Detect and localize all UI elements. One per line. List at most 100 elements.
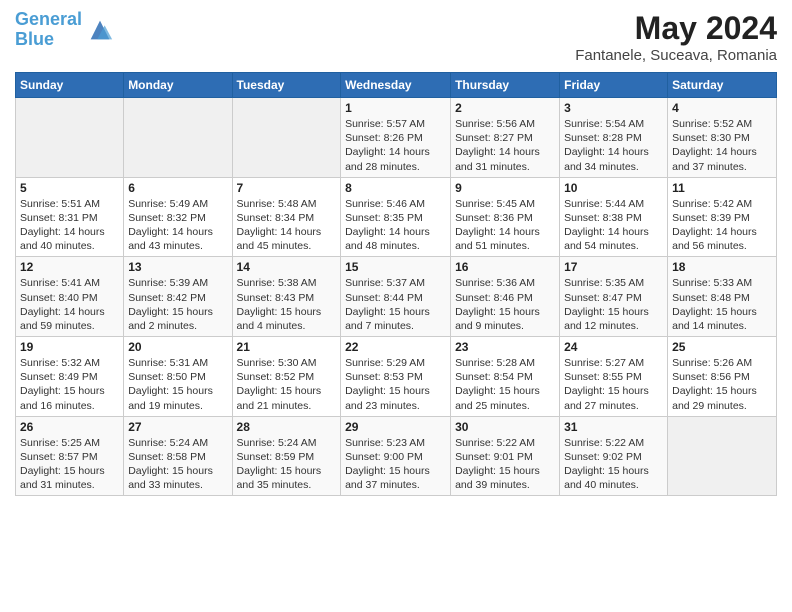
day-number: 14 xyxy=(237,260,337,274)
day-number: 30 xyxy=(455,420,555,434)
day-detail: Sunrise: 5:25 AMSunset: 8:57 PMDaylight:… xyxy=(20,436,119,493)
day-cell: 14 Sunrise: 5:38 AMSunset: 8:43 PMDayligh… xyxy=(232,257,341,337)
day-number: 25 xyxy=(672,340,772,354)
day-cell: 17Sunrise: 5:35 AMSunset: 8:47 PMDayligh… xyxy=(560,257,668,337)
day-number: 12 xyxy=(20,260,119,274)
day-cell: 31 Sunrise: 5:22 AMSunset: 9:02 PMDayligh… xyxy=(560,416,668,496)
day-cell: 29Sunrise: 5:23 AMSunset: 9:00 PMDayligh… xyxy=(341,416,451,496)
day-cell: 3Sunrise: 5:54 AMSunset: 8:28 PMDaylight… xyxy=(560,98,668,178)
day-cell: 9 Sunrise: 5:45 AMSunset: 8:36 PMDaylight… xyxy=(451,177,560,257)
day-cell: 12 Sunrise: 5:41 AMSunset: 8:40 PMDayligh… xyxy=(16,257,124,337)
day-number: 23 xyxy=(455,340,555,354)
day-detail: Sunrise: 5:46 AMSunset: 8:35 PMDaylight:… xyxy=(345,197,446,254)
day-cell: 10 Sunrise: 5:44 AMSunset: 8:38 PMDayligh… xyxy=(560,177,668,257)
day-cell: 16 Sunrise: 5:36 AMSunset: 8:46 PMDayligh… xyxy=(451,257,560,337)
day-cell: 28Sunrise: 5:24 AMSunset: 8:59 PMDayligh… xyxy=(232,416,341,496)
day-cell: 13Sunrise: 5:39 AMSunset: 8:42 PMDayligh… xyxy=(124,257,232,337)
logo-icon xyxy=(86,16,114,44)
day-cell: 4 Sunrise: 5:52 AMSunset: 8:30 PMDaylight… xyxy=(668,98,777,178)
day-cell xyxy=(124,98,232,178)
day-detail: Sunrise: 5:22 AMSunset: 9:02 PMDaylight:… xyxy=(564,436,663,493)
day-cell: 5 Sunrise: 5:51 AMSunset: 8:31 PMDaylight… xyxy=(16,177,124,257)
day-number: 13 xyxy=(128,260,227,274)
day-number: 17 xyxy=(564,260,663,274)
day-number: 9 xyxy=(455,181,555,195)
day-detail: Sunrise: 5:44 AMSunset: 8:38 PMDaylight:… xyxy=(564,197,663,254)
day-detail: Sunrise: 5:42 AMSunset: 8:39 PMDaylight:… xyxy=(672,197,772,254)
day-detail: Sunrise: 5:27 AMSunset: 8:55 PMDaylight:… xyxy=(564,356,663,413)
day-number: 2 xyxy=(455,101,555,115)
day-cell: 22 Sunrise: 5:29 AMSunset: 8:53 PMDayligh… xyxy=(341,337,451,417)
day-number: 22 xyxy=(345,340,446,354)
day-detail: Sunrise: 5:37 AMSunset: 8:44 PMDaylight:… xyxy=(345,276,446,333)
day-number: 31 xyxy=(564,420,663,434)
day-detail: Sunrise: 5:56 AMSunset: 8:27 PMDaylight:… xyxy=(455,117,555,174)
day-cell: 7Sunrise: 5:48 AMSunset: 8:34 PMDaylight… xyxy=(232,177,341,257)
day-detail: Sunrise: 5:38 AMSunset: 8:43 PMDaylight:… xyxy=(237,276,337,333)
col-header-monday: Monday xyxy=(124,73,232,98)
day-number: 26 xyxy=(20,420,119,434)
day-cell xyxy=(232,98,341,178)
week-row-1: 1Sunrise: 5:57 AMSunset: 8:26 PMDaylight… xyxy=(16,98,777,178)
day-cell: 27Sunrise: 5:24 AMSunset: 8:58 PMDayligh… xyxy=(124,416,232,496)
day-detail: Sunrise: 5:22 AMSunset: 9:01 PMDaylight:… xyxy=(455,436,555,493)
day-detail: Sunrise: 5:30 AMSunset: 8:52 PMDaylight:… xyxy=(237,356,337,413)
day-detail: Sunrise: 5:51 AMSunset: 8:31 PMDaylight:… xyxy=(20,197,119,254)
day-detail: Sunrise: 5:24 AMSunset: 8:58 PMDaylight:… xyxy=(128,436,227,493)
week-row-2: 5 Sunrise: 5:51 AMSunset: 8:31 PMDaylight… xyxy=(16,177,777,257)
day-cell: 18 Sunrise: 5:33 AMSunset: 8:48 PMDayligh… xyxy=(668,257,777,337)
day-cell xyxy=(668,416,777,496)
col-header-thursday: Thursday xyxy=(451,73,560,98)
day-number: 10 xyxy=(564,181,663,195)
calendar-body: 1Sunrise: 5:57 AMSunset: 8:26 PMDaylight… xyxy=(16,98,777,496)
day-cell: 1Sunrise: 5:57 AMSunset: 8:26 PMDaylight… xyxy=(341,98,451,178)
day-number: 7 xyxy=(237,181,337,195)
day-number: 1 xyxy=(345,101,446,115)
day-number: 24 xyxy=(564,340,663,354)
day-cell: 19 Sunrise: 5:32 AMSunset: 8:49 PMDayligh… xyxy=(16,337,124,417)
col-header-sunday: Sunday xyxy=(16,73,124,98)
day-detail: Sunrise: 5:23 AMSunset: 9:00 PMDaylight:… xyxy=(345,436,446,493)
col-header-friday: Friday xyxy=(560,73,668,98)
day-number: 15 xyxy=(345,260,446,274)
day-cell: 6Sunrise: 5:49 AMSunset: 8:32 PMDaylight… xyxy=(124,177,232,257)
day-cell: 26 Sunrise: 5:25 AMSunset: 8:57 PMDayligh… xyxy=(16,416,124,496)
day-cell: 8Sunrise: 5:46 AMSunset: 8:35 PMDaylight… xyxy=(341,177,451,257)
day-number: 18 xyxy=(672,260,772,274)
day-cell: 20Sunrise: 5:31 AMSunset: 8:50 PMDayligh… xyxy=(124,337,232,417)
day-number: 4 xyxy=(672,101,772,115)
day-cell: 2 Sunrise: 5:56 AMSunset: 8:27 PMDaylight… xyxy=(451,98,560,178)
week-row-4: 19 Sunrise: 5:32 AMSunset: 8:49 PMDayligh… xyxy=(16,337,777,417)
day-detail: Sunrise: 5:29 AMSunset: 8:53 PMDaylight:… xyxy=(345,356,446,413)
day-number: 21 xyxy=(237,340,337,354)
day-detail: Sunrise: 5:52 AMSunset: 8:30 PMDaylight:… xyxy=(672,117,772,174)
day-detail: Sunrise: 5:33 AMSunset: 8:48 PMDaylight:… xyxy=(672,276,772,333)
day-cell: 30 Sunrise: 5:22 AMSunset: 9:01 PMDayligh… xyxy=(451,416,560,496)
day-detail: Sunrise: 5:41 AMSunset: 8:40 PMDaylight:… xyxy=(20,276,119,333)
col-header-tuesday: Tuesday xyxy=(232,73,341,98)
day-detail: Sunrise: 5:45 AMSunset: 8:36 PMDaylight:… xyxy=(455,197,555,254)
logo: General Blue xyxy=(15,10,114,50)
col-header-saturday: Saturday xyxy=(668,73,777,98)
day-detail: Sunrise: 5:31 AMSunset: 8:50 PMDaylight:… xyxy=(128,356,227,413)
day-cell: 11 Sunrise: 5:42 AMSunset: 8:39 PMDayligh… xyxy=(668,177,777,257)
day-number: 16 xyxy=(455,260,555,274)
col-header-wednesday: Wednesday xyxy=(341,73,451,98)
day-cell: 21 Sunrise: 5:30 AMSunset: 8:52 PMDayligh… xyxy=(232,337,341,417)
day-detail: Sunrise: 5:32 AMSunset: 8:49 PMDaylight:… xyxy=(20,356,119,413)
page: General Blue May 2024 Fantanele, Suceava… xyxy=(0,0,792,506)
day-cell: 25 Sunrise: 5:26 AMSunset: 8:56 PMDayligh… xyxy=(668,337,777,417)
day-number: 5 xyxy=(20,181,119,195)
day-number: 11 xyxy=(672,181,772,195)
calendar: SundayMondayTuesdayWednesdayThursdayFrid… xyxy=(15,72,777,496)
day-detail: Sunrise: 5:36 AMSunset: 8:46 PMDaylight:… xyxy=(455,276,555,333)
day-cell: 24 Sunrise: 5:27 AMSunset: 8:55 PMDayligh… xyxy=(560,337,668,417)
logo-text: General Blue xyxy=(15,10,82,50)
day-detail: Sunrise: 5:26 AMSunset: 8:56 PMDaylight:… xyxy=(672,356,772,413)
day-number: 19 xyxy=(20,340,119,354)
day-number: 28 xyxy=(237,420,337,434)
title-block: May 2024 Fantanele, Suceava, Romania xyxy=(575,10,777,64)
calendar-header: SundayMondayTuesdayWednesdayThursdayFrid… xyxy=(16,73,777,98)
week-row-3: 12 Sunrise: 5:41 AMSunset: 8:40 PMDayligh… xyxy=(16,257,777,337)
day-number: 3 xyxy=(564,101,663,115)
